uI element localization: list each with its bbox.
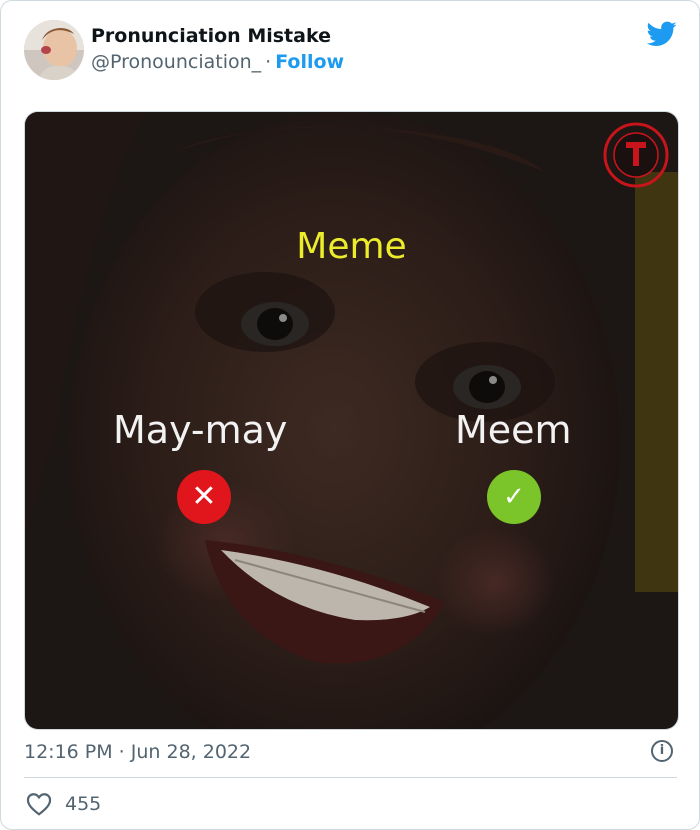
check-mark-icon: ✓ [487,470,541,524]
avatar-image [24,20,84,80]
heart-icon[interactable] [26,792,52,816]
info-icon[interactable]: i [651,740,673,762]
separator-dot: · [265,51,272,73]
handle-row: @Pronounciation_ · Follow [91,51,344,73]
like-count: 455 [65,793,102,815]
tweet-media-image[interactable]: Meme May-may Meem ✕ ✓ [24,111,679,730]
avatar[interactable] [24,20,84,80]
author-name[interactable]: Pronunciation Mistake [91,25,331,47]
follow-button[interactable]: Follow [275,51,344,73]
tweet-timestamp[interactable]: 12:16 PM · Jun 28, 2022 [24,741,251,763]
x-mark-icon: ✕ [177,470,231,524]
right-pronunciation: Meem [455,408,572,452]
twitter-bird-icon[interactable] [647,21,677,47]
wrong-pronunciation: May-may [113,408,288,452]
author-handle[interactable]: @Pronounciation_ [91,51,261,73]
meme-title: Meme [296,226,407,267]
divider [24,777,677,778]
tweet-card: Pronunciation Mistake @Pronounciation_ · F… [0,0,700,830]
time-for-learning-logo [603,122,669,188]
